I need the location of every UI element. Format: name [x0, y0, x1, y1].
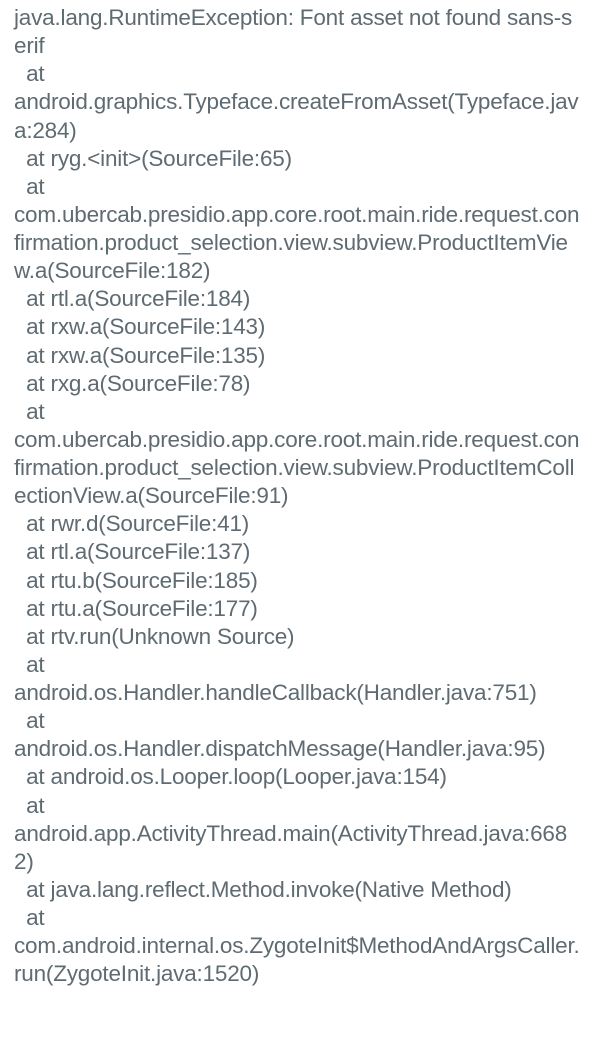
stacktrace-text: java.lang.RuntimeException: Font asset n… [14, 4, 582, 988]
